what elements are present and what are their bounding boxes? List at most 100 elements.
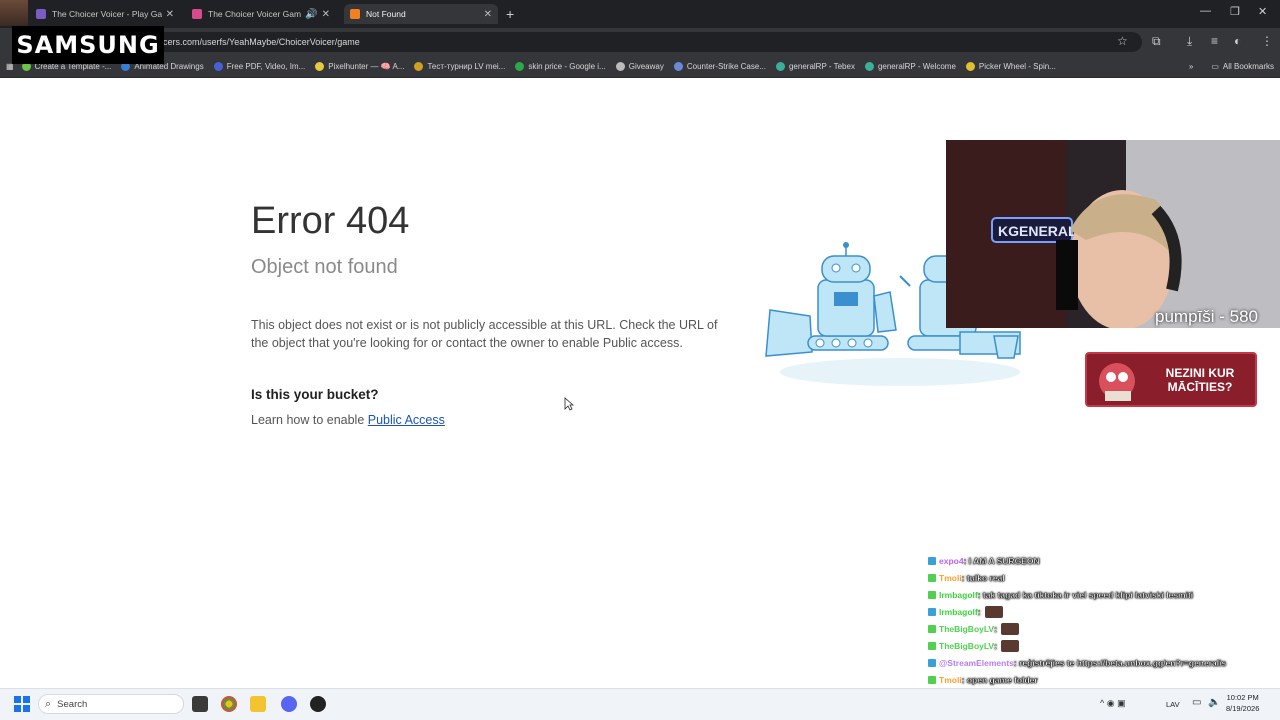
chat-message: lrmbagolf : tak tagad ka tiktoka ir viel… bbox=[928, 586, 1280, 603]
bookmark-favicon-icon bbox=[414, 62, 424, 71]
chevron-right-icon: » bbox=[1188, 62, 1194, 71]
tab-label: Not Found bbox=[366, 9, 406, 19]
bookmark-item[interactable]: generalRP - Welcome bbox=[864, 62, 956, 71]
chat-message: expo4 : I AM A SURGEON bbox=[928, 552, 1280, 569]
ad-text: NEZINI KUR MĀCĪTIES? bbox=[1165, 366, 1235, 394]
close-tab-icon[interactable]: ✕ bbox=[322, 9, 330, 20]
chat-text: : open game folder bbox=[961, 674, 1038, 685]
bookmark-label: skin price - Google i... bbox=[528, 62, 606, 71]
close-tab-icon[interactable]: ✕ bbox=[166, 9, 174, 20]
chat-badge-icon bbox=[928, 658, 936, 667]
chat-username: TheBigBoyLV bbox=[939, 640, 995, 651]
chat-username: @StreamElements bbox=[939, 657, 1014, 668]
chat-message: lrmbagolf : bbox=[928, 603, 1280, 620]
tab-choicer-voicer-game[interactable]: The Choicer Voicer Game O 🔊 ✕ bbox=[186, 4, 336, 24]
webcam-caption: pumpīši - 580 bbox=[1155, 307, 1258, 326]
download-icon[interactable]: ⤓ bbox=[1187, 34, 1192, 49]
profile-avatar-icon[interactable]: ◐ bbox=[1234, 34, 1241, 48]
learn-text: Learn how to enable Public Access bbox=[251, 413, 445, 427]
close-tab-icon[interactable]: ✕ bbox=[484, 9, 492, 20]
system-tray-icons[interactable]: ^ ◉ ▣ bbox=[1100, 698, 1126, 709]
chrome-icon[interactable] bbox=[221, 696, 237, 712]
chat-text: : tak tagad ka tiktoka ir viel speed kli… bbox=[977, 589, 1194, 600]
all-bookmarks-folder[interactable]: » ▭ All Bookmarks bbox=[1189, 62, 1274, 71]
file-explorer-icon[interactable] bbox=[250, 696, 266, 712]
chat-message: @StreamElements : reģistrējies te https:… bbox=[928, 654, 1280, 671]
tab-label: The Choicer Voicer Game O bbox=[208, 9, 302, 19]
bookmark-star-icon[interactable]: ☆ bbox=[1117, 34, 1128, 48]
network-icon[interactable]: ▭ bbox=[1192, 697, 1201, 708]
bookmark-label: Picker Wheel - Spin... bbox=[978, 62, 1056, 71]
bookmark-favicon-icon bbox=[864, 62, 874, 71]
chat-message: TheBigBoyLV : bbox=[928, 637, 1280, 654]
bookmark-item[interactable]: skin price - Google i... bbox=[515, 62, 606, 71]
chat-username: lrmbagolf bbox=[939, 589, 978, 600]
chat-message: Tmoli : open game folder bbox=[928, 671, 1280, 688]
tab-not-found[interactable]: Not Found ✕ bbox=[344, 4, 498, 24]
discord-icon[interactable] bbox=[281, 696, 297, 712]
minimize-icon[interactable]: — bbox=[1200, 5, 1211, 17]
chat-username: TheBigBoyLV bbox=[939, 623, 995, 634]
search-placeholder: Search bbox=[57, 698, 88, 710]
chat-emote-icon bbox=[984, 605, 1003, 618]
bookmark-item[interactable]: Counter-Strike Case... bbox=[673, 62, 766, 71]
taskbar-clock[interactable]: 10:02 PM 8/19/2026 bbox=[1226, 692, 1259, 714]
volume-icon[interactable]: 🔈 bbox=[1208, 697, 1220, 708]
bookmark-label: Free PDF, Video, Im... bbox=[226, 62, 306, 71]
bookmark-favicon-icon bbox=[515, 62, 525, 71]
bookmark-item[interactable]: Pixelhunter — 🧠 A... bbox=[315, 62, 404, 71]
chat-badge-icon bbox=[928, 624, 936, 633]
bookmark-label: generalRP - Welcome bbox=[877, 62, 956, 71]
taskbar-search-input[interactable]: ⌕ Search bbox=[38, 694, 184, 714]
windows-start-icon[interactable] bbox=[14, 696, 30, 712]
task-view-icon[interactable] bbox=[192, 696, 208, 712]
search-icon: ⌕ bbox=[45, 697, 52, 710]
tab-favicon-icon bbox=[36, 9, 46, 19]
menu-kebab-icon[interactable]: ⋮ bbox=[1261, 34, 1273, 48]
samsung-logo-overlay: SAMSUNG bbox=[12, 26, 164, 64]
bookmark-item[interactable]: Тест-турнир LV mei... bbox=[414, 62, 505, 71]
cloudflare-favicon-icon bbox=[350, 9, 360, 19]
chat-text: : bbox=[994, 623, 997, 634]
new-tab-plus-icon[interactable]: + bbox=[506, 6, 514, 22]
extensions-icon[interactable]: ⧉ bbox=[1152, 34, 1161, 49]
url-text: ocers.com/userfs/YeahMaybe/ChoicerVoicer… bbox=[158, 37, 360, 47]
chat-badge-icon bbox=[928, 573, 936, 582]
reading-list-icon[interactable]: ≡ bbox=[1211, 34, 1218, 48]
chat-emote-icon bbox=[1000, 622, 1019, 635]
chat-text: : tulko real bbox=[961, 572, 1005, 583]
chat-username: lrmbagolf bbox=[939, 606, 978, 617]
bucket-heading: Is this your bucket? bbox=[251, 387, 379, 402]
tab-choicer-voicer-play[interactable]: The Choicer Voicer - Play Game ✕ bbox=[30, 4, 180, 24]
bookmark-favicon-icon bbox=[775, 62, 785, 71]
webcam-overlay: KGENERAL bbox=[946, 140, 1280, 328]
bookmark-item[interactable]: generalRP - Tebex bbox=[775, 62, 855, 71]
bookmark-label: generalRP - Tebex bbox=[788, 62, 855, 71]
maximize-icon[interactable]: ❐ bbox=[1230, 5, 1240, 18]
chat-badge-icon bbox=[928, 556, 936, 565]
clock-time: 10:02 PM bbox=[1226, 693, 1259, 702]
learn-prefix: Learn how to enable bbox=[251, 413, 368, 427]
bookmark-favicon-icon bbox=[315, 62, 325, 71]
chat-text: : bbox=[994, 640, 997, 651]
url-field[interactable]: ocers.com/userfs/YeahMaybe/ChoicerVoicer… bbox=[152, 32, 1142, 52]
public-access-link[interactable]: Public Access bbox=[368, 413, 445, 427]
page-title: Error 404 bbox=[251, 200, 410, 242]
bookmark-favicon-icon bbox=[615, 62, 625, 71]
bookmark-label: Pixelhunter — 🧠 A... bbox=[328, 62, 405, 71]
chat-message: Tmoli : tulko real bbox=[928, 569, 1280, 586]
close-window-icon[interactable]: ✕ bbox=[1258, 5, 1267, 18]
language-indicator[interactable]: LAV bbox=[1166, 700, 1180, 709]
chat-badge-icon bbox=[928, 607, 936, 616]
bookmark-item[interactable]: Giveaway bbox=[615, 62, 664, 71]
bookmark-item[interactable]: Picker Wheel - Spin... bbox=[965, 62, 1056, 71]
bookmark-label: Counter-Strike Case... bbox=[686, 62, 766, 71]
chat-badge-icon bbox=[928, 590, 936, 599]
page-subtitle: Object not found bbox=[251, 256, 398, 278]
bookmark-item[interactable]: Free PDF, Video, Im... bbox=[213, 62, 306, 71]
speaker-icon[interactable]: 🔊 bbox=[305, 9, 317, 20]
brand-text: SAMSUNG bbox=[16, 31, 160, 59]
obs-icon[interactable] bbox=[310, 696, 326, 712]
svg-text:KGENERAL: KGENERAL bbox=[998, 223, 1077, 239]
chat-badge-icon bbox=[928, 641, 936, 650]
